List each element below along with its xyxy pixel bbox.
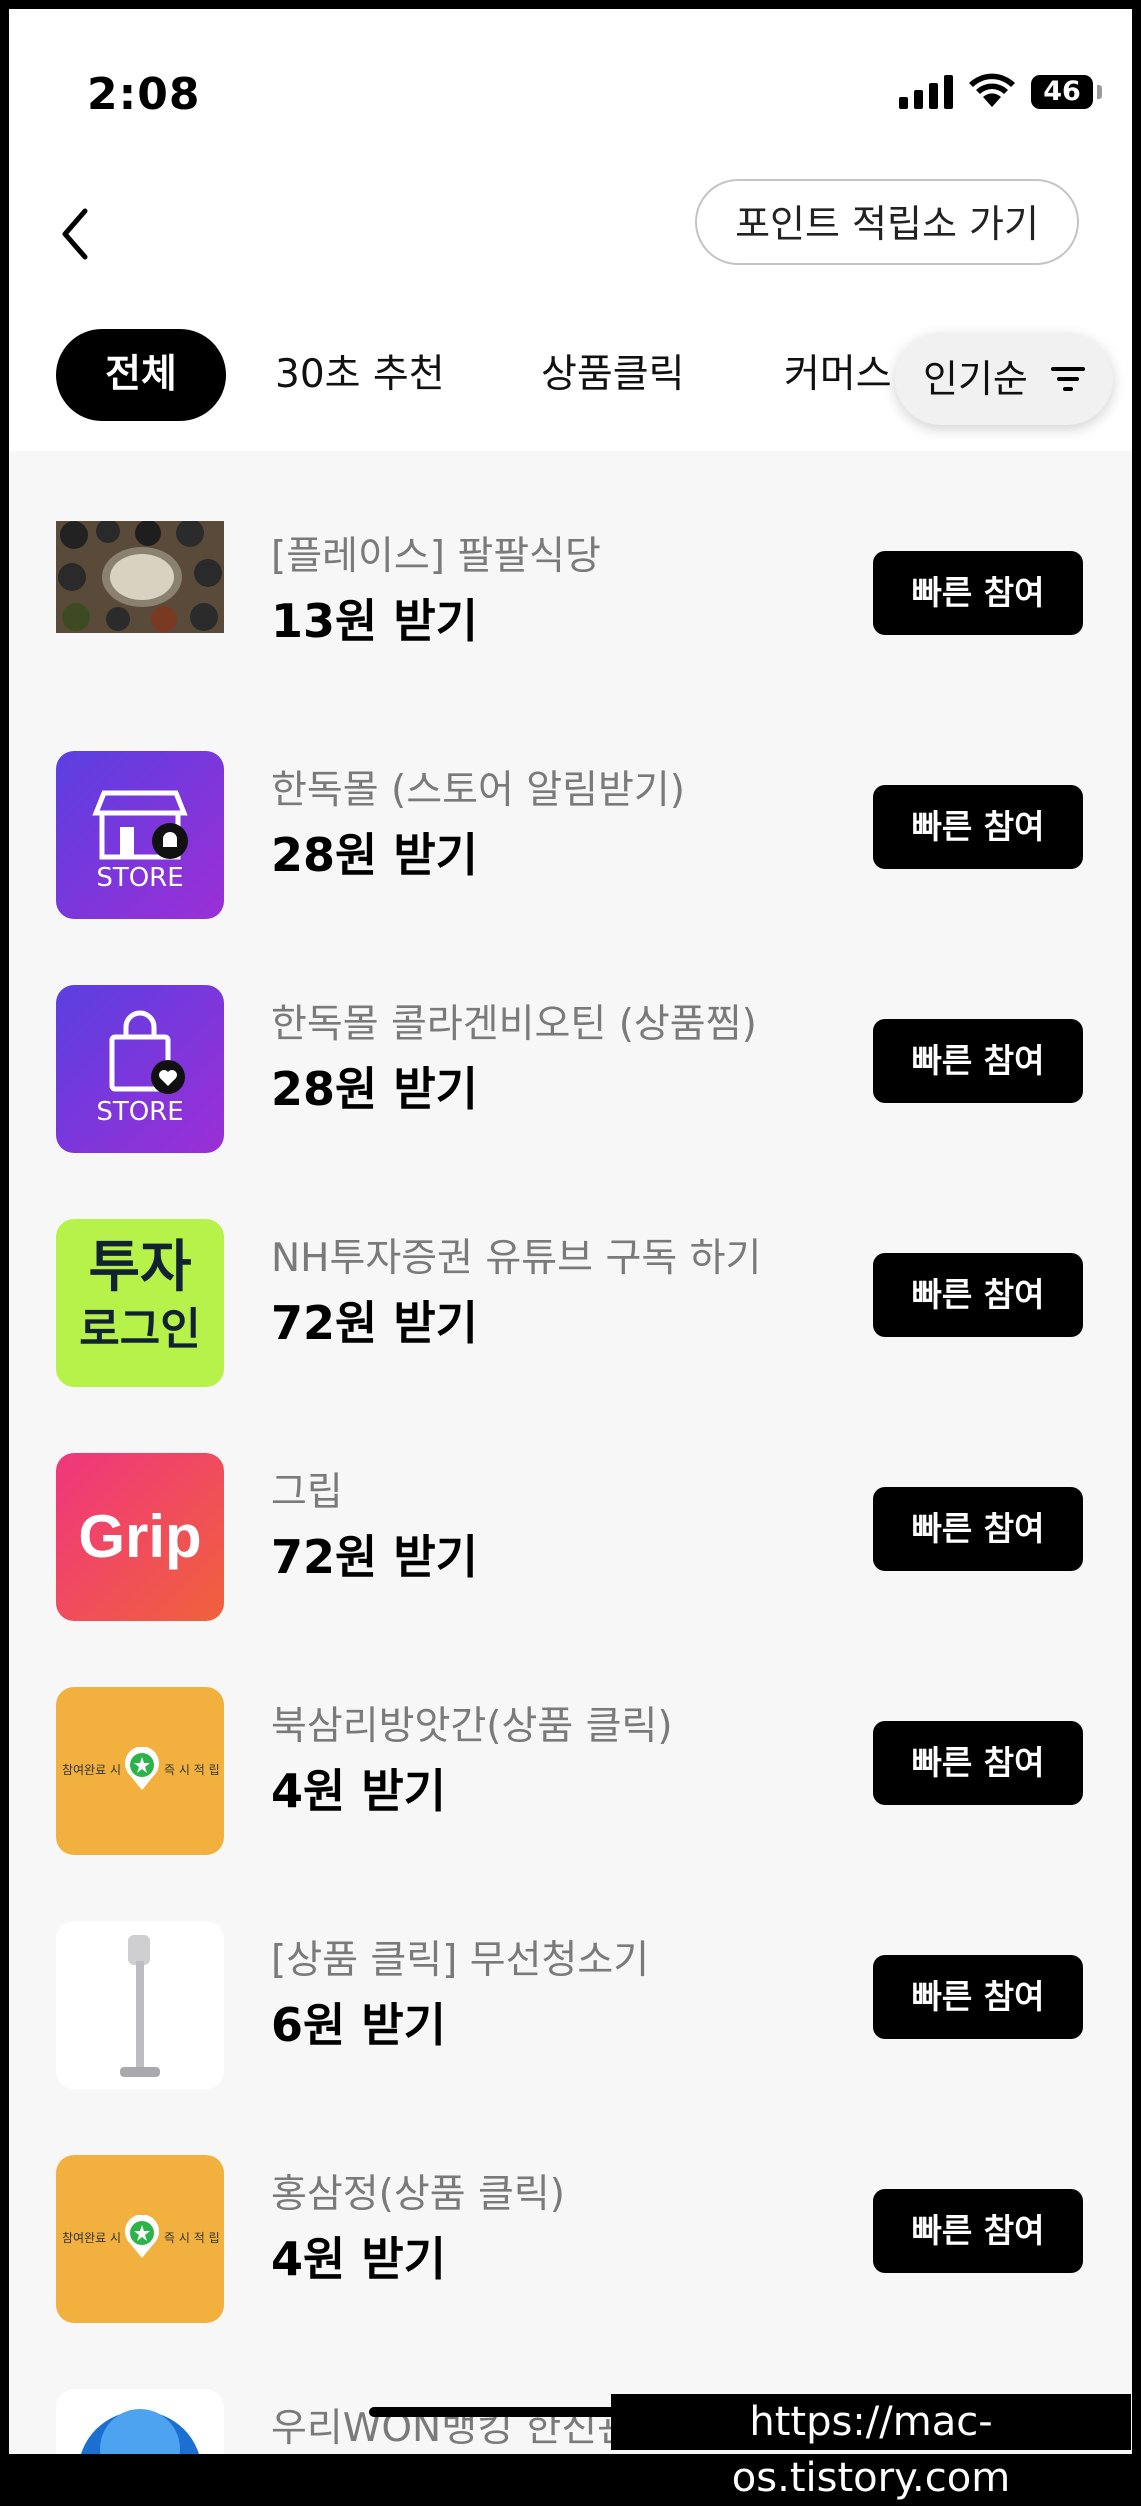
list-item[interactable]: Grip 그립 72원 받기 빠른 참여	[9, 1407, 1132, 1641]
battery-icon: 46	[1031, 75, 1093, 109]
watermark: https://mac-os.tistory.com	[611, 2394, 1131, 2501]
logo-text-top: 투자	[88, 1235, 192, 1300]
list-item[interactable]: 투자 로그인 NH투자증권 유튜브 구독 하기 72원 받기 빠른 참여	[9, 1173, 1132, 1407]
filter-icon	[1051, 367, 1085, 391]
restaurant-food-image	[56, 521, 224, 633]
vacuum-cleaner-image	[56, 1921, 224, 2089]
item-reward: 4원 받기	[271, 2232, 446, 2286]
store-label: STORE	[96, 1097, 184, 1127]
tab-30s-recommend[interactable]: 30초 추천	[275, 329, 445, 421]
quick-join-button[interactable]: 빠른 참여	[873, 1721, 1083, 1805]
quick-join-button[interactable]: 빠른 참여	[873, 1955, 1083, 2039]
item-reward: 28원 받기	[271, 828, 478, 882]
list-item[interactable]: [상품 클릭] 무선청소기 6원 받기 빠른 참여	[9, 1875, 1132, 2109]
coupon-text-left: 참여완료 시	[62, 2231, 122, 2245]
quick-join-button[interactable]: 빠른 참여	[873, 1019, 1083, 1103]
item-title: 우리WON뱅킹 한진관	[271, 2406, 633, 2451]
status-time: 2:08	[87, 69, 201, 120]
app-screen: 2:08 46 포인트 적립소 가기 전체 30초 추천 상품클릭 커머스 인기…	[9, 9, 1132, 2454]
store-alarm-icon: STORE	[56, 751, 224, 919]
item-reward: 4원 받기	[271, 1764, 446, 1818]
wifi-icon	[969, 73, 1015, 107]
coupon-text-left: 참여완료 시	[62, 1763, 122, 1777]
item-title: 한독몰 (스토어 알림받기)	[271, 768, 686, 813]
list-item[interactable]: 참여완료 시 즉 시 적 립 북삼리방앗간(상품 클릭) 4원 받기 빠른 참여	[9, 1641, 1132, 1875]
list-item[interactable]: STORE 한독몰 (스토어 알림받기) 28원 받기 빠른 참여	[9, 705, 1132, 939]
item-title: [플레이스] 팔팔식당	[271, 534, 601, 579]
location-pin-icon	[125, 1747, 159, 1790]
item-reward: 72원 받기	[271, 1296, 478, 1350]
home-indicator	[369, 2407, 649, 2417]
sort-dropdown[interactable]: 인기순	[895, 333, 1113, 425]
back-chevron-icon[interactable]	[55, 199, 95, 269]
item-reward: 28원 받기	[271, 1062, 478, 1116]
item-reward: 13원 받기	[271, 594, 478, 648]
instant-reward-coupon-icon: 참여완료 시 즉 시 적 립	[56, 1687, 224, 1855]
item-reward: 72원 받기	[271, 1530, 478, 1584]
sort-label: 인기순	[923, 357, 1028, 401]
quick-join-button[interactable]: 빠른 참여	[873, 785, 1083, 869]
item-title: 북삼리방앗간(상품 클릭)	[271, 1704, 673, 1749]
item-title: 한독몰 콜라겐비오틴 (상품찜)	[271, 1002, 757, 1047]
list-item[interactable]: STORE 한독몰 콜라겐비오틴 (상품찜) 28원 받기 빠른 참여	[9, 939, 1132, 1173]
logo-text-bottom: 로그인	[79, 1304, 201, 1355]
tab-product-click[interactable]: 상품클릭	[541, 329, 685, 421]
location-pin-icon	[125, 2215, 159, 2258]
quick-join-button[interactable]: 빠른 참여	[873, 2189, 1083, 2273]
quick-join-button[interactable]: 빠른 참여	[873, 1253, 1083, 1337]
grip-logo: Grip	[56, 1453, 224, 1621]
store-wishlist-icon: STORE	[56, 985, 224, 1153]
coupon-text-right: 즉 시 적 립	[164, 2231, 220, 2245]
coupon-text-right: 즉 시 적 립	[164, 1763, 220, 1777]
item-title: [상품 클릭] 무선청소기	[271, 1938, 650, 1983]
item-title: 그립	[271, 1470, 343, 1515]
quick-join-button[interactable]: 빠른 참여	[873, 1487, 1083, 1571]
item-title: 홍삼정(상품 클릭)	[271, 2172, 565, 2217]
item-reward: 6원 받기	[271, 1998, 446, 2052]
grip-logo-text: Grip	[78, 1503, 202, 1570]
store-label: STORE	[96, 863, 184, 893]
instant-reward-coupon-icon: 참여완료 시 즉 시 적 립	[56, 2155, 224, 2323]
nh-invest-logo: 투자 로그인	[56, 1219, 224, 1387]
tab-commerce[interactable]: 커머스	[784, 329, 892, 421]
list-item[interactable]: [플레이스] 팔팔식당 13원 받기 빠른 참여	[9, 471, 1132, 705]
battery-nub	[1097, 85, 1102, 99]
list-item[interactable]: 참여완료 시 즉 시 적 립 홍삼정(상품 클릭) 4원 받기 빠른 참여	[9, 2109, 1132, 2343]
item-title: NH투자증권 유튜브 구독 하기	[271, 1236, 762, 1281]
quick-join-button[interactable]: 빠른 참여	[873, 551, 1083, 635]
tab-all[interactable]: 전체	[56, 329, 226, 421]
woori-bank-logo	[56, 2389, 224, 2454]
cellular-signal-icon	[899, 75, 953, 109]
point-store-button[interactable]: 포인트 적립소 가기	[695, 179, 1079, 265]
